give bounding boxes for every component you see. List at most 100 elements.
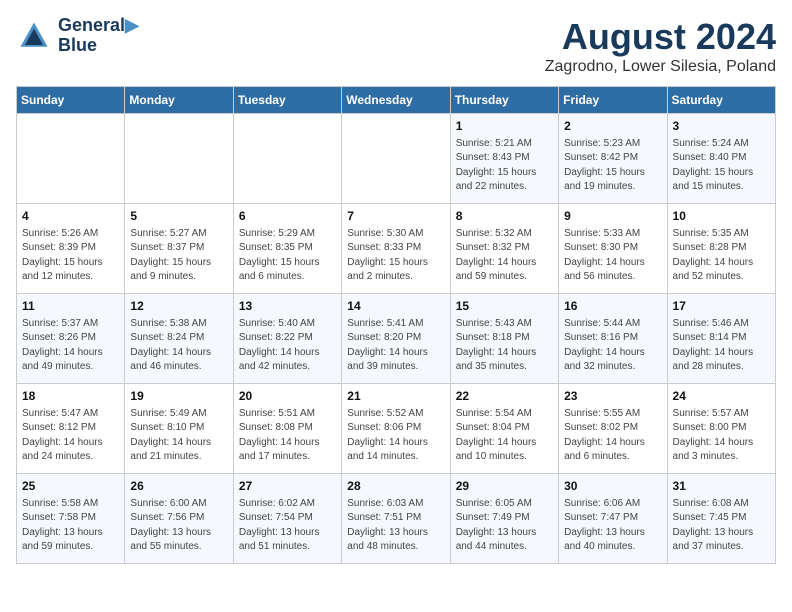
day-cell: 30 Sunrise: 6:06 AM Sunset: 7:47 PM Dayli…: [559, 474, 667, 564]
day-number: 12: [130, 298, 227, 315]
day-info: Sunrise: 6:05 AM Sunset: 7:49 PM Dayligh…: [456, 497, 553, 555]
day-cell: 20 Sunrise: 5:51 AM Sunset: 8:08 PM Dayli…: [233, 384, 341, 474]
page-header: General▶ Blue August 2024 Zagrodno, Lowe…: [16, 16, 776, 76]
day-info: Sunrise: 5:51 AM Sunset: 8:08 PM Dayligh…: [239, 407, 336, 465]
week-row-4: 18Sunrise: 5:47 AM Sunset: 8:12 PM Dayli…: [17, 384, 776, 474]
calendar-table: SundayMondayTuesdayWednesdayThursdayFrid…: [16, 86, 776, 564]
day-number: 11: [22, 298, 119, 315]
day-cell: 14 Sunrise: 5:41 AM Sunset: 8:20 PM Dayli…: [342, 294, 450, 384]
day-number: 22: [456, 388, 553, 405]
day-cell: 5Sunrise: 5:27 AM Sunset: 8:37 PM Daylig…: [125, 204, 233, 294]
day-info: Sunrise: 6:08 AM Sunset: 7:45 PM Dayligh…: [673, 497, 770, 555]
day-info: Sunrise: 6:02 AM Sunset: 7:54 PM Dayligh…: [239, 497, 336, 555]
day-info: Sunrise: 5:43 AM Sunset: 8:18 PM Dayligh…: [456, 317, 553, 375]
day-number: 28: [347, 478, 444, 495]
day-cell: 15 Sunrise: 5:43 AM Sunset: 8:18 PM Dayli…: [450, 294, 558, 384]
day-info: Sunrise: 6:00 AM Sunset: 7:56 PM Dayligh…: [130, 497, 227, 555]
day-cell: 18Sunrise: 5:47 AM Sunset: 8:12 PM Dayli…: [17, 384, 125, 474]
location-title: Zagrodno, Lower Silesia, Poland: [545, 58, 776, 76]
day-cell: 22Sunrise: 5:54 AM Sunset: 8:04 PM Dayli…: [450, 384, 558, 474]
weekday-header-friday: Friday: [559, 87, 667, 114]
day-number: 29: [456, 478, 553, 495]
day-info: Sunrise: 5:23 AM Sunset: 8:42 PM Dayligh…: [564, 137, 661, 195]
day-cell: 4 Sunrise: 5:26 AM Sunset: 8:39 PM Daylig…: [17, 204, 125, 294]
day-cell: 1 Sunrise: 5:21 AM Sunset: 8:43 PM Daylig…: [450, 114, 558, 204]
day-info: Sunrise: 5:55 AM Sunset: 8:02 PM Dayligh…: [564, 407, 661, 465]
day-number: 3: [673, 118, 770, 135]
day-info: Sunrise: 5:49 AM Sunset: 8:10 PM Dayligh…: [130, 407, 227, 465]
weekday-header-thursday: Thursday: [450, 87, 558, 114]
weekday-header-monday: Monday: [125, 87, 233, 114]
day-number: 4: [22, 208, 119, 225]
day-cell: 17 Sunrise: 5:46 AM Sunset: 8:14 PM Dayli…: [667, 294, 775, 384]
day-cell: [17, 114, 125, 204]
logo: General▶ Blue: [16, 16, 139, 56]
day-number: 14: [347, 298, 444, 315]
day-number: 9: [564, 208, 661, 225]
day-cell: 16 Sunrise: 5:44 AM Sunset: 8:16 PM Dayli…: [559, 294, 667, 384]
weekday-header-saturday: Saturday: [667, 87, 775, 114]
logo-text: General▶ Blue: [58, 16, 139, 56]
day-info: Sunrise: 5:24 AM Sunset: 8:40 PM Dayligh…: [673, 137, 770, 195]
day-number: 13: [239, 298, 336, 315]
day-info: Sunrise: 5:46 AM Sunset: 8:14 PM Dayligh…: [673, 317, 770, 375]
day-info: Sunrise: 5:58 AM Sunset: 7:58 PM Dayligh…: [22, 497, 119, 555]
logo-icon: [16, 18, 52, 54]
day-number: 23: [564, 388, 661, 405]
week-row-1: 1 Sunrise: 5:21 AM Sunset: 8:43 PM Daylig…: [17, 114, 776, 204]
day-cell: 9 Sunrise: 5:33 AM Sunset: 8:30 PM Daylig…: [559, 204, 667, 294]
day-cell: 21 Sunrise: 5:52 AM Sunset: 8:06 PM Dayli…: [342, 384, 450, 474]
day-cell: 23 Sunrise: 5:55 AM Sunset: 8:02 PM Dayli…: [559, 384, 667, 474]
day-cell: 3 Sunrise: 5:24 AM Sunset: 8:40 PM Daylig…: [667, 114, 775, 204]
day-info: Sunrise: 5:44 AM Sunset: 8:16 PM Dayligh…: [564, 317, 661, 375]
day-info: Sunrise: 5:32 AM Sunset: 8:32 PM Dayligh…: [456, 227, 553, 285]
week-row-2: 4 Sunrise: 5:26 AM Sunset: 8:39 PM Daylig…: [17, 204, 776, 294]
weekday-header-tuesday: Tuesday: [233, 87, 341, 114]
day-info: Sunrise: 5:52 AM Sunset: 8:06 PM Dayligh…: [347, 407, 444, 465]
day-cell: 10 Sunrise: 5:35 AM Sunset: 8:28 PM Dayli…: [667, 204, 775, 294]
day-cell: 8Sunrise: 5:32 AM Sunset: 8:32 PM Daylig…: [450, 204, 558, 294]
day-number: 24: [673, 388, 770, 405]
day-cell: 26 Sunrise: 6:00 AM Sunset: 7:56 PM Dayli…: [125, 474, 233, 564]
day-cell: 24 Sunrise: 5:57 AM Sunset: 8:00 PM Dayli…: [667, 384, 775, 474]
day-info: Sunrise: 6:06 AM Sunset: 7:47 PM Dayligh…: [564, 497, 661, 555]
day-info: Sunrise: 5:29 AM Sunset: 8:35 PM Dayligh…: [239, 227, 336, 285]
day-number: 17: [673, 298, 770, 315]
day-info: Sunrise: 5:40 AM Sunset: 8:22 PM Dayligh…: [239, 317, 336, 375]
day-cell: [342, 114, 450, 204]
day-number: 1: [456, 118, 553, 135]
day-number: 10: [673, 208, 770, 225]
day-number: 30: [564, 478, 661, 495]
day-info: Sunrise: 5:57 AM Sunset: 8:00 PM Dayligh…: [673, 407, 770, 465]
day-number: 19: [130, 388, 227, 405]
title-area: August 2024 Zagrodno, Lower Silesia, Pol…: [545, 16, 776, 76]
week-row-5: 25Sunrise: 5:58 AM Sunset: 7:58 PM Dayli…: [17, 474, 776, 564]
day-cell: [233, 114, 341, 204]
day-number: 7: [347, 208, 444, 225]
weekday-header-wednesday: Wednesday: [342, 87, 450, 114]
week-row-3: 11 Sunrise: 5:37 AM Sunset: 8:26 PM Dayli…: [17, 294, 776, 384]
day-number: 15: [456, 298, 553, 315]
day-cell: 29 Sunrise: 6:05 AM Sunset: 7:49 PM Dayli…: [450, 474, 558, 564]
day-info: Sunrise: 5:35 AM Sunset: 8:28 PM Dayligh…: [673, 227, 770, 285]
day-cell: 28 Sunrise: 6:03 AM Sunset: 7:51 PM Dayli…: [342, 474, 450, 564]
day-info: Sunrise: 5:33 AM Sunset: 8:30 PM Dayligh…: [564, 227, 661, 285]
month-title: August 2024: [545, 16, 776, 58]
day-number: 16: [564, 298, 661, 315]
day-cell: 2Sunrise: 5:23 AM Sunset: 8:42 PM Daylig…: [559, 114, 667, 204]
day-cell: 25Sunrise: 5:58 AM Sunset: 7:58 PM Dayli…: [17, 474, 125, 564]
day-cell: [125, 114, 233, 204]
day-cell: 27Sunrise: 6:02 AM Sunset: 7:54 PM Dayli…: [233, 474, 341, 564]
day-info: Sunrise: 5:37 AM Sunset: 8:26 PM Dayligh…: [22, 317, 119, 375]
day-number: 5: [130, 208, 227, 225]
day-info: Sunrise: 5:41 AM Sunset: 8:20 PM Dayligh…: [347, 317, 444, 375]
day-number: 21: [347, 388, 444, 405]
day-info: Sunrise: 5:30 AM Sunset: 8:33 PM Dayligh…: [347, 227, 444, 285]
day-info: Sunrise: 5:21 AM Sunset: 8:43 PM Dayligh…: [456, 137, 553, 195]
day-info: Sunrise: 5:26 AM Sunset: 8:39 PM Dayligh…: [22, 227, 119, 285]
day-info: Sunrise: 6:03 AM Sunset: 7:51 PM Dayligh…: [347, 497, 444, 555]
day-number: 26: [130, 478, 227, 495]
day-number: 20: [239, 388, 336, 405]
day-number: 18: [22, 388, 119, 405]
weekday-header-sunday: Sunday: [17, 87, 125, 114]
